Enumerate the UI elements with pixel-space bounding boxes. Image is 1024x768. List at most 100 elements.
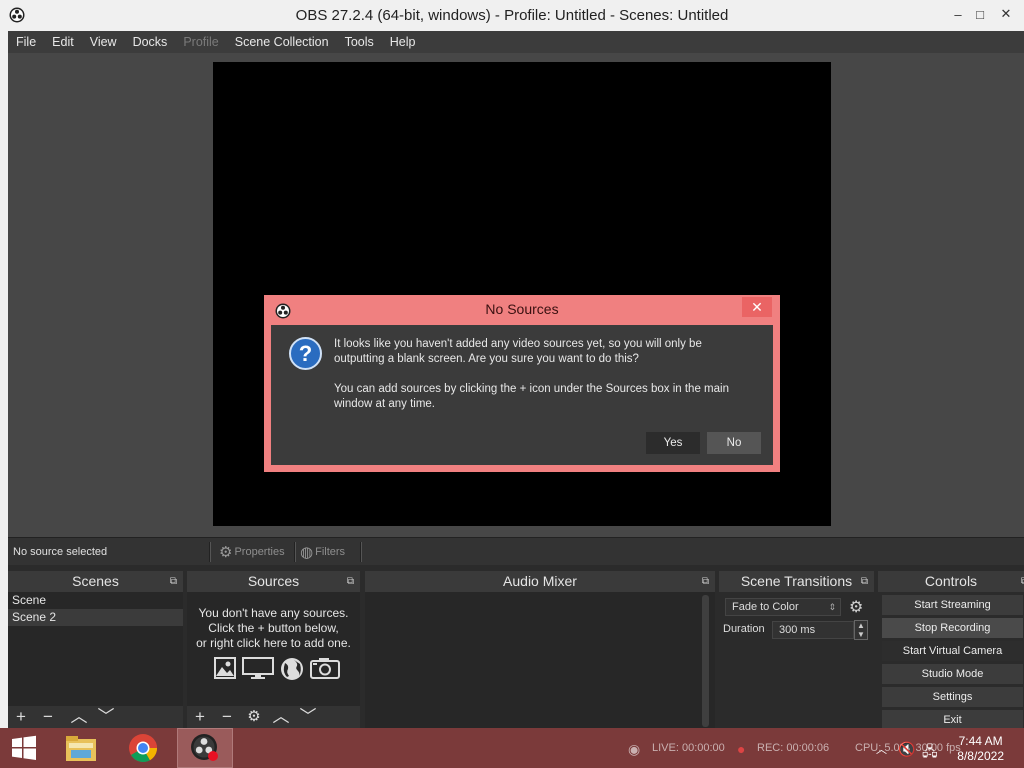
menu-help[interactable]: Help <box>382 31 424 53</box>
obs-recording-icon <box>191 734 218 761</box>
window-left-border <box>0 31 8 728</box>
duration-input[interactable]: 300 ms <box>772 621 854 639</box>
chrome-icon <box>129 734 158 763</box>
sources-empty-message: You don't have any sources. Click the + … <box>187 606 360 651</box>
minimize-button[interactable]: – <box>946 4 970 24</box>
audio-mixer-title: Audio Mixer <box>503 573 577 589</box>
sources-footer: + − ⚙ ︿ ﹀ <box>187 706 360 728</box>
transition-selected-value: Fade to Color <box>732 601 799 613</box>
toolbar-separator <box>360 542 362 562</box>
dialog-message-line1: It looks like you haven't added any vide… <box>334 338 702 365</box>
empty-line: or right click here to add one. <box>196 636 351 650</box>
transition-settings-gear-icon[interactable]: ⚙ <box>849 597 863 617</box>
live-status: LIVE: 00:00:00 <box>652 742 725 754</box>
dialog-close-button[interactable]: ✕ <box>742 297 772 317</box>
add-source-icon[interactable]: + <box>191 707 209 727</box>
no-sources-dialog: No Sources ✕ ? It looks like you haven't… <box>264 295 780 472</box>
properties-button[interactable]: ⚙ Properties <box>219 543 285 561</box>
filter-icon: ◍ <box>300 544 314 561</box>
stop-recording-button[interactable]: Stop Recording <box>882 618 1023 638</box>
move-down-icon[interactable]: ﹀ <box>299 707 317 727</box>
undock-icon[interactable]: ⧉ <box>702 571 709 592</box>
studio-mode-button[interactable]: Studio Mode <box>882 664 1023 684</box>
transition-select[interactable]: Fade to Color ⇕ <box>725 598 841 616</box>
taskbar-chrome[interactable] <box>115 728 171 768</box>
scenes-list[interactable]: Scene Scene 2 + − ︿ ﹀ <box>8 592 183 728</box>
yes-button[interactable]: Yes <box>646 432 700 454</box>
rec-status: REC: 00:00:06 <box>757 742 830 754</box>
remove-scene-icon[interactable]: − <box>39 707 57 727</box>
transitions-header: Scene Transitions ⧉ <box>719 571 874 592</box>
audio-mixer-body <box>365 592 715 728</box>
transitions-body: Fade to Color ⇕ ⚙ Duration 300 ms ▲ ▼ <box>719 592 874 728</box>
recording-dot-icon: ● <box>737 741 746 757</box>
settings-button[interactable]: Settings <box>882 687 1023 707</box>
scenes-title: Scenes <box>72 573 119 589</box>
menu-docks[interactable]: Docks <box>125 31 176 53</box>
scene-item[interactable]: Scene <box>8 592 183 609</box>
filters-label: Filters <box>315 546 346 558</box>
filters-button[interactable]: ◍ Filters <box>300 543 345 561</box>
controls-body: Start Streaming Stop Recording Start Vir… <box>878 592 1024 730</box>
scenes-dock: Scenes ⧉ Scene Scene 2 + − ︿ ﹀ <box>8 571 183 728</box>
add-scene-icon[interactable]: + <box>12 707 30 727</box>
image-icon <box>214 657 236 679</box>
source-toolbar: No source selected ⚙ Properties ◍ Filter… <box>8 537 1024 565</box>
menu-view[interactable]: View <box>82 31 125 53</box>
menu-file[interactable]: File <box>8 31 44 53</box>
properties-label: Properties <box>234 546 285 558</box>
taskbar-obs[interactable] <box>177 728 233 768</box>
start-button[interactable] <box>0 728 48 768</box>
sources-dock: Sources ⧉ You don't have any sources. Cl… <box>187 571 360 728</box>
menu-scene-collection[interactable]: Scene Collection <box>227 31 337 53</box>
menu-tools[interactable]: Tools <box>337 31 382 53</box>
move-up-icon[interactable]: ︿ <box>272 707 290 727</box>
title-bar: OBS 27.2.4 (64-bit, windows) - Profile: … <box>0 0 1024 31</box>
audio-mixer-dock: Audio Mixer ⧉ <box>365 571 715 728</box>
globe-icon <box>281 658 303 680</box>
selected-source-label: No source selected <box>13 546 108 558</box>
source-properties-gear-icon[interactable]: ⚙ <box>245 707 263 727</box>
window-title: OBS 27.2.4 (64-bit, windows) - Profile: … <box>295 7 729 24</box>
gear-icon: ⚙ <box>219 544 233 561</box>
taskbar-file-explorer[interactable] <box>53 728 109 768</box>
tray-chevron-up-icon[interactable]: ︿ <box>876 741 887 757</box>
empty-line: You don't have any sources. <box>198 606 349 620</box>
start-streaming-button[interactable]: Start Streaming <box>882 595 1023 615</box>
start-virtual-camera-button[interactable]: Start Virtual Camera <box>882 641 1023 661</box>
move-up-icon[interactable]: ︿ <box>70 707 88 727</box>
scenes-header: Scenes ⧉ <box>8 571 183 592</box>
mixer-scrollbar[interactable] <box>702 595 709 727</box>
dialog-message-line2: You can add sources by clicking the + ic… <box>334 383 729 410</box>
move-down-icon[interactable]: ﹀ <box>97 707 115 727</box>
undock-icon[interactable]: ⧉ <box>347 571 354 592</box>
toolbar-separator <box>294 542 296 562</box>
network-icon[interactable]: 🖧 <box>922 741 938 765</box>
undock-icon[interactable]: ⧉ <box>170 571 177 592</box>
maximize-button[interactable]: □ <box>968 4 992 24</box>
controls-dock: Controls ⧉ Start Streaming Stop Recordin… <box>878 571 1024 730</box>
no-button[interactable]: No <box>707 432 761 454</box>
undock-icon[interactable]: ⧉ <box>861 571 868 592</box>
display-icon <box>242 657 274 679</box>
close-button[interactable]: ✕ <box>994 4 1018 24</box>
exit-button[interactable]: Exit <box>882 710 1023 730</box>
scene-item-selected[interactable]: Scene 2 <box>8 609 183 626</box>
taskbar: ◉ LIVE: 00:00:00 ● REC: 00:00:06 CPU: 5.… <box>0 728 1024 768</box>
audio-mixer-header: Audio Mixer ⧉ <box>365 571 715 592</box>
menu-profile: Profile <box>183 35 219 49</box>
volume-muted-icon[interactable]: 🔇 <box>898 741 915 758</box>
remove-source-icon[interactable]: − <box>218 707 236 727</box>
windows-logo-icon <box>12 735 36 760</box>
system-clock[interactable]: 7:44 AM 8/8/2022 <box>957 734 1004 764</box>
question-icon: ? <box>289 337 322 370</box>
dialog-message: It looks like you haven't added any vide… <box>334 337 754 412</box>
menu-edit[interactable]: Edit <box>44 31 82 53</box>
dialog-body: ? It looks like you haven't added any vi… <box>271 325 773 465</box>
duration-spinner[interactable]: ▲ ▼ <box>854 620 868 640</box>
menu-bar: File Edit View Docks Profile Scene Colle… <box>8 31 1024 53</box>
clock-time: 7:44 AM <box>958 734 1003 748</box>
clock-date: 8/8/2022 <box>957 749 1004 763</box>
sources-list[interactable]: You don't have any sources. Click the + … <box>187 592 360 728</box>
folder-icon <box>66 736 96 761</box>
